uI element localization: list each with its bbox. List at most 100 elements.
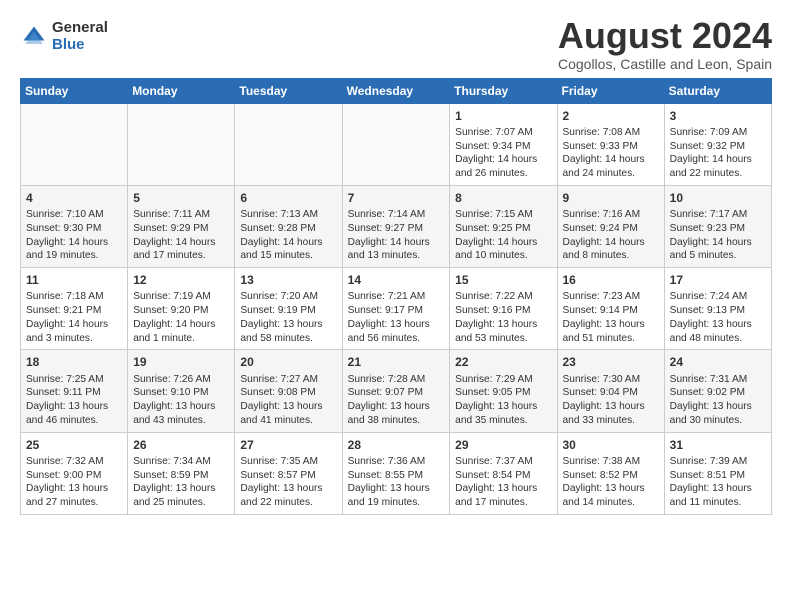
- cell-content-line: Sunset: 9:08 PM: [240, 386, 336, 400]
- cell-content-line: Sunset: 8:55 PM: [348, 469, 445, 483]
- day-number: 2: [563, 108, 659, 124]
- cell-content-line: Sunset: 9:20 PM: [133, 304, 229, 318]
- weekday-header-saturday: Saturday: [664, 78, 771, 103]
- day-number: 16: [563, 272, 659, 288]
- cell-content-line: Sunrise: 7:38 AM: [563, 455, 659, 469]
- calendar-cell: 18Sunrise: 7:25 AMSunset: 9:11 PMDayligh…: [21, 350, 128, 432]
- cell-content-line: Sunset: 9:21 PM: [26, 304, 122, 318]
- cell-content-line: Daylight: 13 hours and 53 minutes.: [455, 318, 551, 346]
- cell-content-line: Sunrise: 7:30 AM: [563, 373, 659, 387]
- cell-content-line: Sunset: 9:07 PM: [348, 386, 445, 400]
- cell-content-line: Sunrise: 7:10 AM: [26, 208, 122, 222]
- cell-content-line: Sunrise: 7:31 AM: [670, 373, 766, 387]
- cell-content-line: Sunset: 9:34 PM: [455, 140, 551, 154]
- cell-content-line: Sunrise: 7:29 AM: [455, 373, 551, 387]
- calendar-cell: 12Sunrise: 7:19 AMSunset: 9:20 PMDayligh…: [128, 268, 235, 350]
- calendar-cell: 20Sunrise: 7:27 AMSunset: 9:08 PMDayligh…: [235, 350, 342, 432]
- calendar-cell: 13Sunrise: 7:20 AMSunset: 9:19 PMDayligh…: [235, 268, 342, 350]
- cell-content-line: Sunrise: 7:07 AM: [455, 126, 551, 140]
- cell-content-line: Sunset: 9:28 PM: [240, 222, 336, 236]
- day-number: 20: [240, 354, 336, 370]
- cell-content-line: Daylight: 13 hours and 14 minutes.: [563, 482, 659, 510]
- calendar-cell: 14Sunrise: 7:21 AMSunset: 9:17 PMDayligh…: [342, 268, 450, 350]
- calendar-cell: 7Sunrise: 7:14 AMSunset: 9:27 PMDaylight…: [342, 185, 450, 267]
- cell-content-line: Sunset: 9:24 PM: [563, 222, 659, 236]
- calendar-week-row: 11Sunrise: 7:18 AMSunset: 9:21 PMDayligh…: [21, 268, 772, 350]
- cell-content-line: Sunrise: 7:16 AM: [563, 208, 659, 222]
- cell-content-line: Daylight: 13 hours and 11 minutes.: [670, 482, 766, 510]
- weekday-header-thursday: Thursday: [450, 78, 557, 103]
- calendar-cell: 29Sunrise: 7:37 AMSunset: 8:54 PMDayligh…: [450, 432, 557, 514]
- day-number: 3: [670, 108, 766, 124]
- cell-content-line: Daylight: 14 hours and 8 minutes.: [563, 236, 659, 264]
- calendar-week-row: 18Sunrise: 7:25 AMSunset: 9:11 PMDayligh…: [21, 350, 772, 432]
- cell-content-line: Sunset: 8:54 PM: [455, 469, 551, 483]
- weekday-header-friday: Friday: [557, 78, 664, 103]
- day-number: 10: [670, 190, 766, 206]
- cell-content-line: Sunset: 9:33 PM: [563, 140, 659, 154]
- cell-content-line: Sunset: 8:59 PM: [133, 469, 229, 483]
- day-number: 21: [348, 354, 445, 370]
- logo: General Blue: [20, 20, 108, 53]
- cell-content-line: Daylight: 13 hours and 35 minutes.: [455, 400, 551, 428]
- cell-content-line: Daylight: 14 hours and 3 minutes.: [26, 318, 122, 346]
- calendar-cell: 3Sunrise: 7:09 AMSunset: 9:32 PMDaylight…: [664, 103, 771, 185]
- cell-content-line: Sunrise: 7:26 AM: [133, 373, 229, 387]
- cell-content-line: Sunset: 9:13 PM: [670, 304, 766, 318]
- cell-content-line: Sunset: 9:04 PM: [563, 386, 659, 400]
- weekday-header-monday: Monday: [128, 78, 235, 103]
- calendar-cell: 19Sunrise: 7:26 AMSunset: 9:10 PMDayligh…: [128, 350, 235, 432]
- cell-content-line: Daylight: 14 hours and 10 minutes.: [455, 236, 551, 264]
- cell-content-line: Sunrise: 7:15 AM: [455, 208, 551, 222]
- calendar-cell: [21, 103, 128, 185]
- cell-content-line: Sunset: 9:11 PM: [26, 386, 122, 400]
- day-number: 6: [240, 190, 336, 206]
- weekday-header-sunday: Sunday: [21, 78, 128, 103]
- cell-content-line: Daylight: 14 hours and 22 minutes.: [670, 153, 766, 181]
- day-number: 7: [348, 190, 445, 206]
- cell-content-line: Sunrise: 7:34 AM: [133, 455, 229, 469]
- cell-content-line: Daylight: 13 hours and 25 minutes.: [133, 482, 229, 510]
- cell-content-line: Sunset: 9:02 PM: [670, 386, 766, 400]
- cell-content-line: Daylight: 14 hours and 13 minutes.: [348, 236, 445, 264]
- calendar-cell: 16Sunrise: 7:23 AMSunset: 9:14 PMDayligh…: [557, 268, 664, 350]
- calendar-cell: 4Sunrise: 7:10 AMSunset: 9:30 PMDaylight…: [21, 185, 128, 267]
- day-number: 28: [348, 437, 445, 453]
- day-number: 12: [133, 272, 229, 288]
- calendar-cell: [342, 103, 450, 185]
- cell-content-line: Sunrise: 7:36 AM: [348, 455, 445, 469]
- cell-content-line: Sunrise: 7:11 AM: [133, 208, 229, 222]
- cell-content-line: Sunrise: 7:37 AM: [455, 455, 551, 469]
- cell-content-line: Sunset: 8:52 PM: [563, 469, 659, 483]
- calendar-cell: 24Sunrise: 7:31 AMSunset: 9:02 PMDayligh…: [664, 350, 771, 432]
- cell-content-line: Sunrise: 7:23 AM: [563, 290, 659, 304]
- calendar-cell: 10Sunrise: 7:17 AMSunset: 9:23 PMDayligh…: [664, 185, 771, 267]
- month-year-title: August 2024: [558, 16, 772, 56]
- weekday-header-tuesday: Tuesday: [235, 78, 342, 103]
- cell-content-line: Daylight: 13 hours and 48 minutes.: [670, 318, 766, 346]
- cell-content-line: Sunrise: 7:35 AM: [240, 455, 336, 469]
- day-number: 17: [670, 272, 766, 288]
- calendar-cell: 26Sunrise: 7:34 AMSunset: 8:59 PMDayligh…: [128, 432, 235, 514]
- cell-content-line: Sunrise: 7:14 AM: [348, 208, 445, 222]
- page-header: General Blue August 2024 Cogollos, Casti…: [20, 16, 772, 72]
- cell-content-line: Sunrise: 7:27 AM: [240, 373, 336, 387]
- logo-general-text: General: [52, 20, 108, 37]
- cell-content-line: Sunrise: 7:17 AM: [670, 208, 766, 222]
- cell-content-line: Daylight: 13 hours and 22 minutes.: [240, 482, 336, 510]
- cell-content-line: Sunrise: 7:21 AM: [348, 290, 445, 304]
- cell-content-line: Sunset: 9:25 PM: [455, 222, 551, 236]
- cell-content-line: Daylight: 14 hours and 17 minutes.: [133, 236, 229, 264]
- cell-content-line: Sunset: 9:14 PM: [563, 304, 659, 318]
- calendar-cell: 15Sunrise: 7:22 AMSunset: 9:16 PMDayligh…: [450, 268, 557, 350]
- calendar-table: SundayMondayTuesdayWednesdayThursdayFrid…: [20, 78, 772, 515]
- cell-content-line: Sunset: 9:16 PM: [455, 304, 551, 318]
- day-number: 1: [455, 108, 551, 124]
- cell-content-line: Sunset: 9:19 PM: [240, 304, 336, 318]
- day-number: 15: [455, 272, 551, 288]
- cell-content-line: Sunrise: 7:24 AM: [670, 290, 766, 304]
- calendar-cell: 8Sunrise: 7:15 AMSunset: 9:25 PMDaylight…: [450, 185, 557, 267]
- calendar-header: SundayMondayTuesdayWednesdayThursdayFrid…: [21, 78, 772, 103]
- cell-content-line: Sunrise: 7:08 AM: [563, 126, 659, 140]
- cell-content-line: Sunset: 9:00 PM: [26, 469, 122, 483]
